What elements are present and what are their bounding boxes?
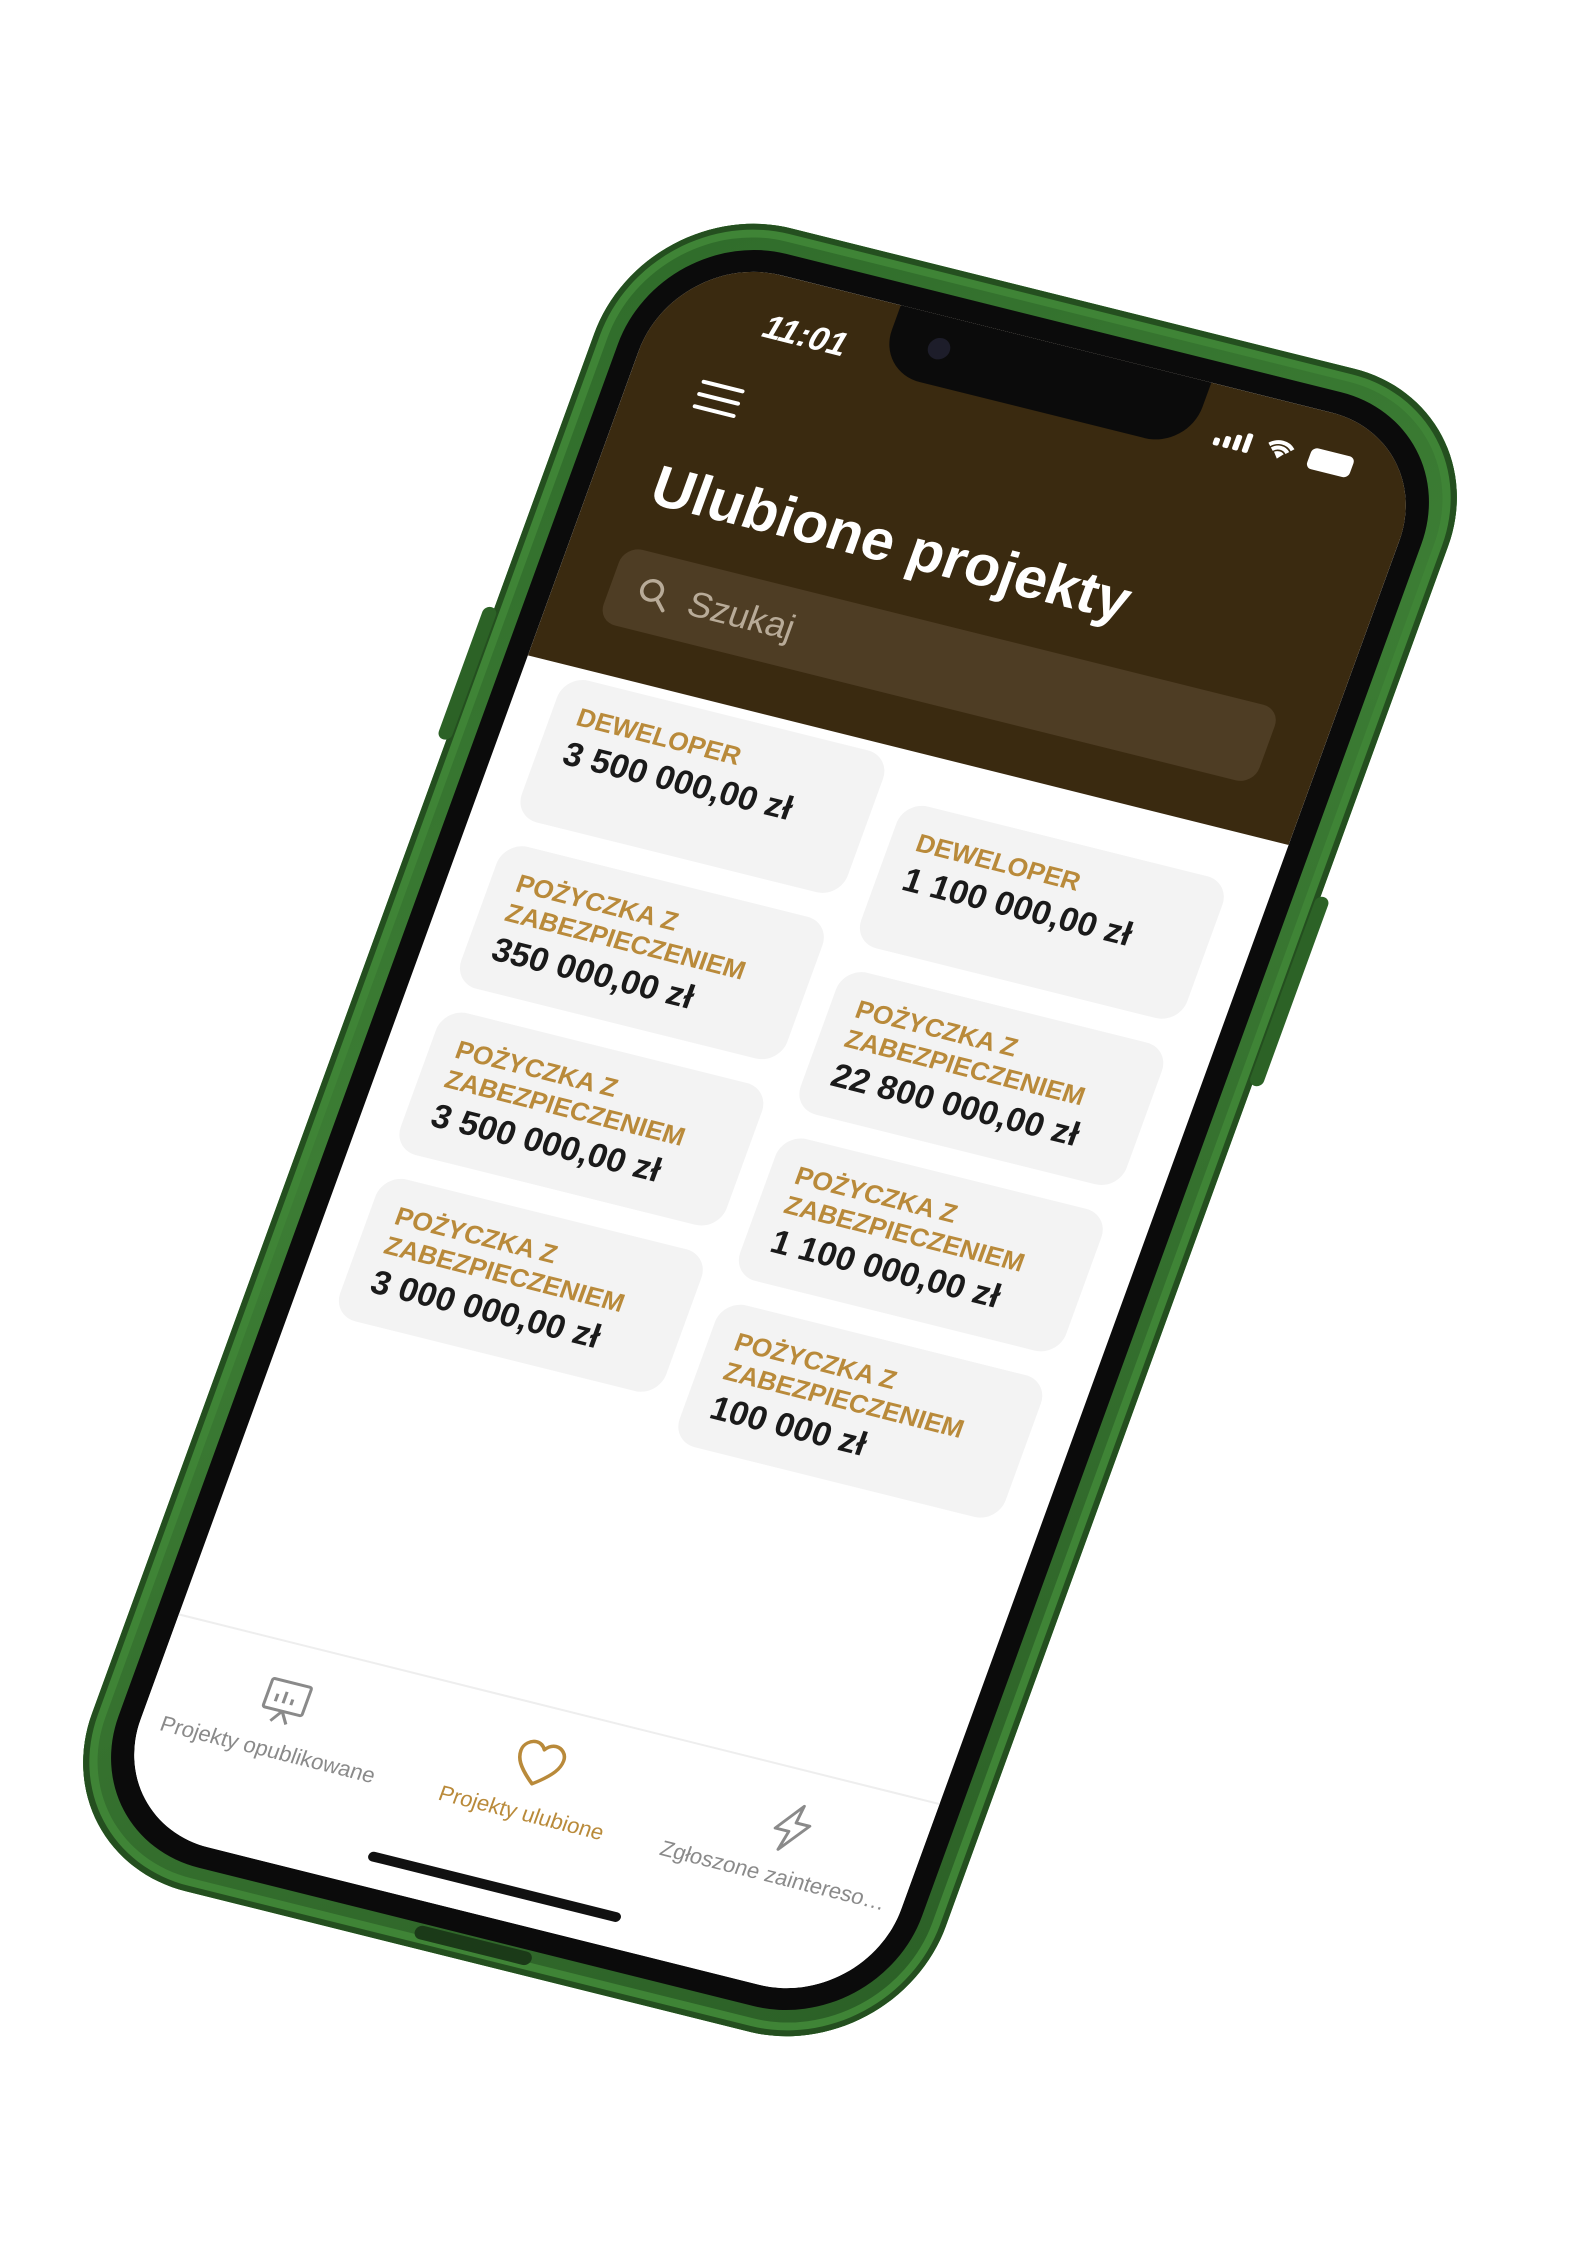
- lightning-icon: [774, 1804, 812, 1851]
- tab-label: Projekty ulubione: [435, 1780, 608, 1845]
- hamburger-menu-icon[interactable]: [691, 379, 746, 422]
- cellular-signal-icon: [1212, 426, 1254, 454]
- phone-mockup: 11:01 Ulubione projekty Szukaj DEWELOPER…: [40, 192, 1500, 2068]
- search-icon: [639, 578, 665, 613]
- battery-icon: [1305, 447, 1356, 479]
- heart-icon: [517, 1739, 567, 1786]
- status-icons: [1212, 422, 1356, 479]
- front-camera: [924, 335, 954, 362]
- status-time: 11:01: [757, 307, 853, 365]
- wifi-icon: [1268, 440, 1295, 459]
- stage: 11:01 Ulubione projekty Szukaj DEWELOPER…: [0, 0, 1587, 2245]
- presentation-chart-icon: [261, 1676, 313, 1725]
